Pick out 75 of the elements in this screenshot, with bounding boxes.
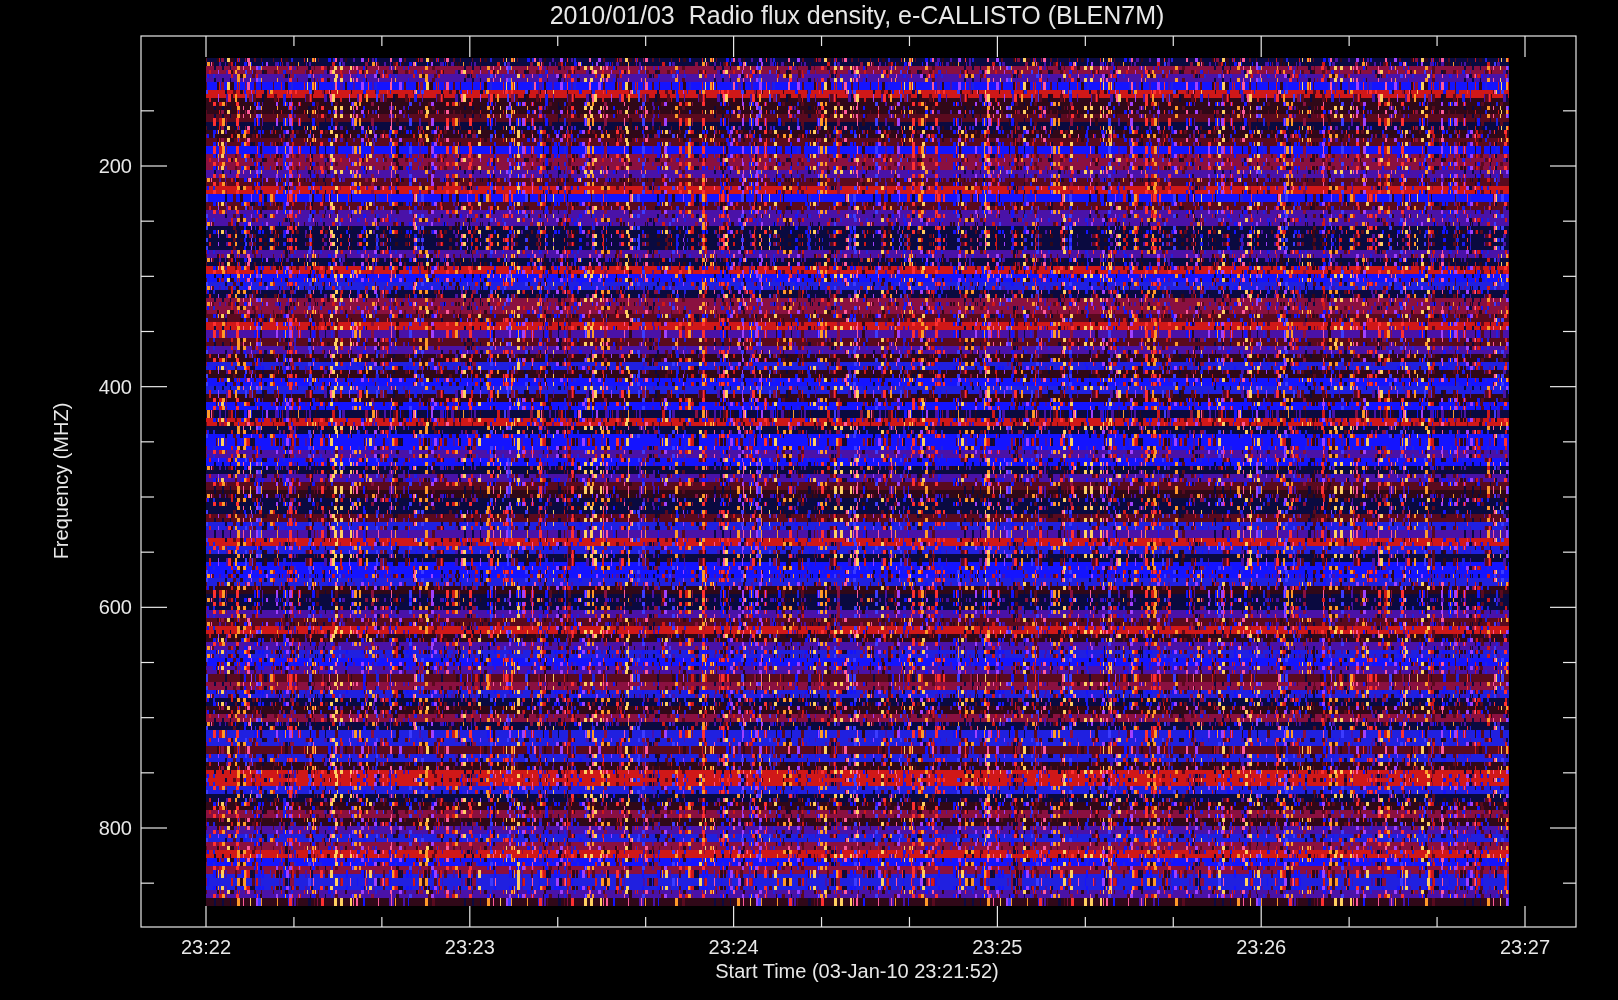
tick-label: 23:23 [444, 936, 495, 958]
tick-mark [1524, 905, 1526, 928]
tick-mark [733, 905, 735, 928]
tick-mark [1562, 275, 1577, 277]
tick-mark [1436, 35, 1438, 47]
tick-mark [140, 661, 155, 664]
tick-mark [1549, 386, 1577, 388]
tick-mark [1562, 551, 1577, 553]
tick-mark [1172, 916, 1174, 928]
tick-label: 23:27 [1499, 936, 1551, 958]
tick-mark [469, 35, 471, 58]
chart-title: 2010/01/03 Radio flux density, e-CALLISTO (BLEN7M) [549, 1, 1165, 29]
tick-mark [140, 165, 168, 167]
tick-mark [140, 386, 168, 388]
tick-mark [1348, 916, 1350, 928]
tick-label: 23:22 [180, 936, 232, 958]
tick-mark [996, 905, 998, 928]
tick-mark [1562, 496, 1577, 498]
tick-mark [1172, 35, 1174, 47]
tick-mark [1436, 916, 1438, 928]
tick-mark [1084, 916, 1086, 928]
tick-mark [1562, 441, 1577, 443]
tick-mark [1562, 661, 1577, 664]
tick-label: 23:26 [1236, 936, 1287, 958]
tick-mark [140, 551, 155, 553]
tick-mark [1260, 35, 1262, 58]
tick-mark [820, 916, 823, 928]
tick-mark [1260, 905, 1262, 928]
tick-mark [1524, 35, 1526, 58]
tick-mark [645, 916, 647, 928]
tick-mark [140, 882, 155, 884]
tick-mark [645, 35, 647, 47]
tick-label: 200 [98, 155, 132, 177]
tick-mark [293, 916, 295, 928]
tick-label: 800 [98, 817, 132, 839]
axis-title: Frequency (MHZ) [50, 402, 72, 560]
tick-mark [908, 35, 911, 47]
tick-mark [469, 905, 471, 928]
tick-mark [205, 905, 207, 928]
tick-mark [140, 717, 155, 719]
tick-mark [557, 916, 559, 928]
tick-label: 23:24 [708, 936, 759, 958]
tick-mark [140, 827, 168, 829]
tick-mark [381, 35, 383, 47]
tick-mark [1549, 606, 1577, 608]
tick-mark [1562, 110, 1577, 112]
tick-mark [1562, 882, 1577, 884]
tick-label: 23:25 [972, 936, 1023, 958]
tick-mark [140, 220, 155, 222]
tick-mark [140, 606, 168, 608]
tick-mark [140, 496, 155, 498]
tick-mark [293, 35, 295, 47]
tick-mark [140, 110, 155, 112]
tick-mark [733, 35, 735, 58]
axis-title: Start Time (03-Jan-10 23:21:52) [715, 960, 999, 982]
tick-mark [1562, 220, 1577, 222]
tick-mark [996, 35, 998, 58]
tick-mark [140, 275, 155, 277]
tick-mark [140, 330, 155, 333]
tick-mark [1549, 827, 1577, 829]
tick-mark [1348, 35, 1350, 47]
tick-mark [820, 35, 823, 47]
tick-mark [1084, 35, 1086, 47]
tick-mark [140, 772, 155, 774]
tick-mark [205, 35, 207, 58]
tick-label: 400 [98, 375, 132, 398]
tick-mark [1562, 330, 1577, 333]
tick-mark [1562, 717, 1577, 719]
tick-label: 600 [98, 596, 132, 619]
tick-mark [140, 441, 155, 443]
tick-mark [557, 35, 559, 47]
tick-mark [1562, 772, 1577, 774]
tick-mark [381, 916, 383, 928]
tick-mark [908, 916, 911, 928]
tick-mark [1549, 165, 1577, 167]
